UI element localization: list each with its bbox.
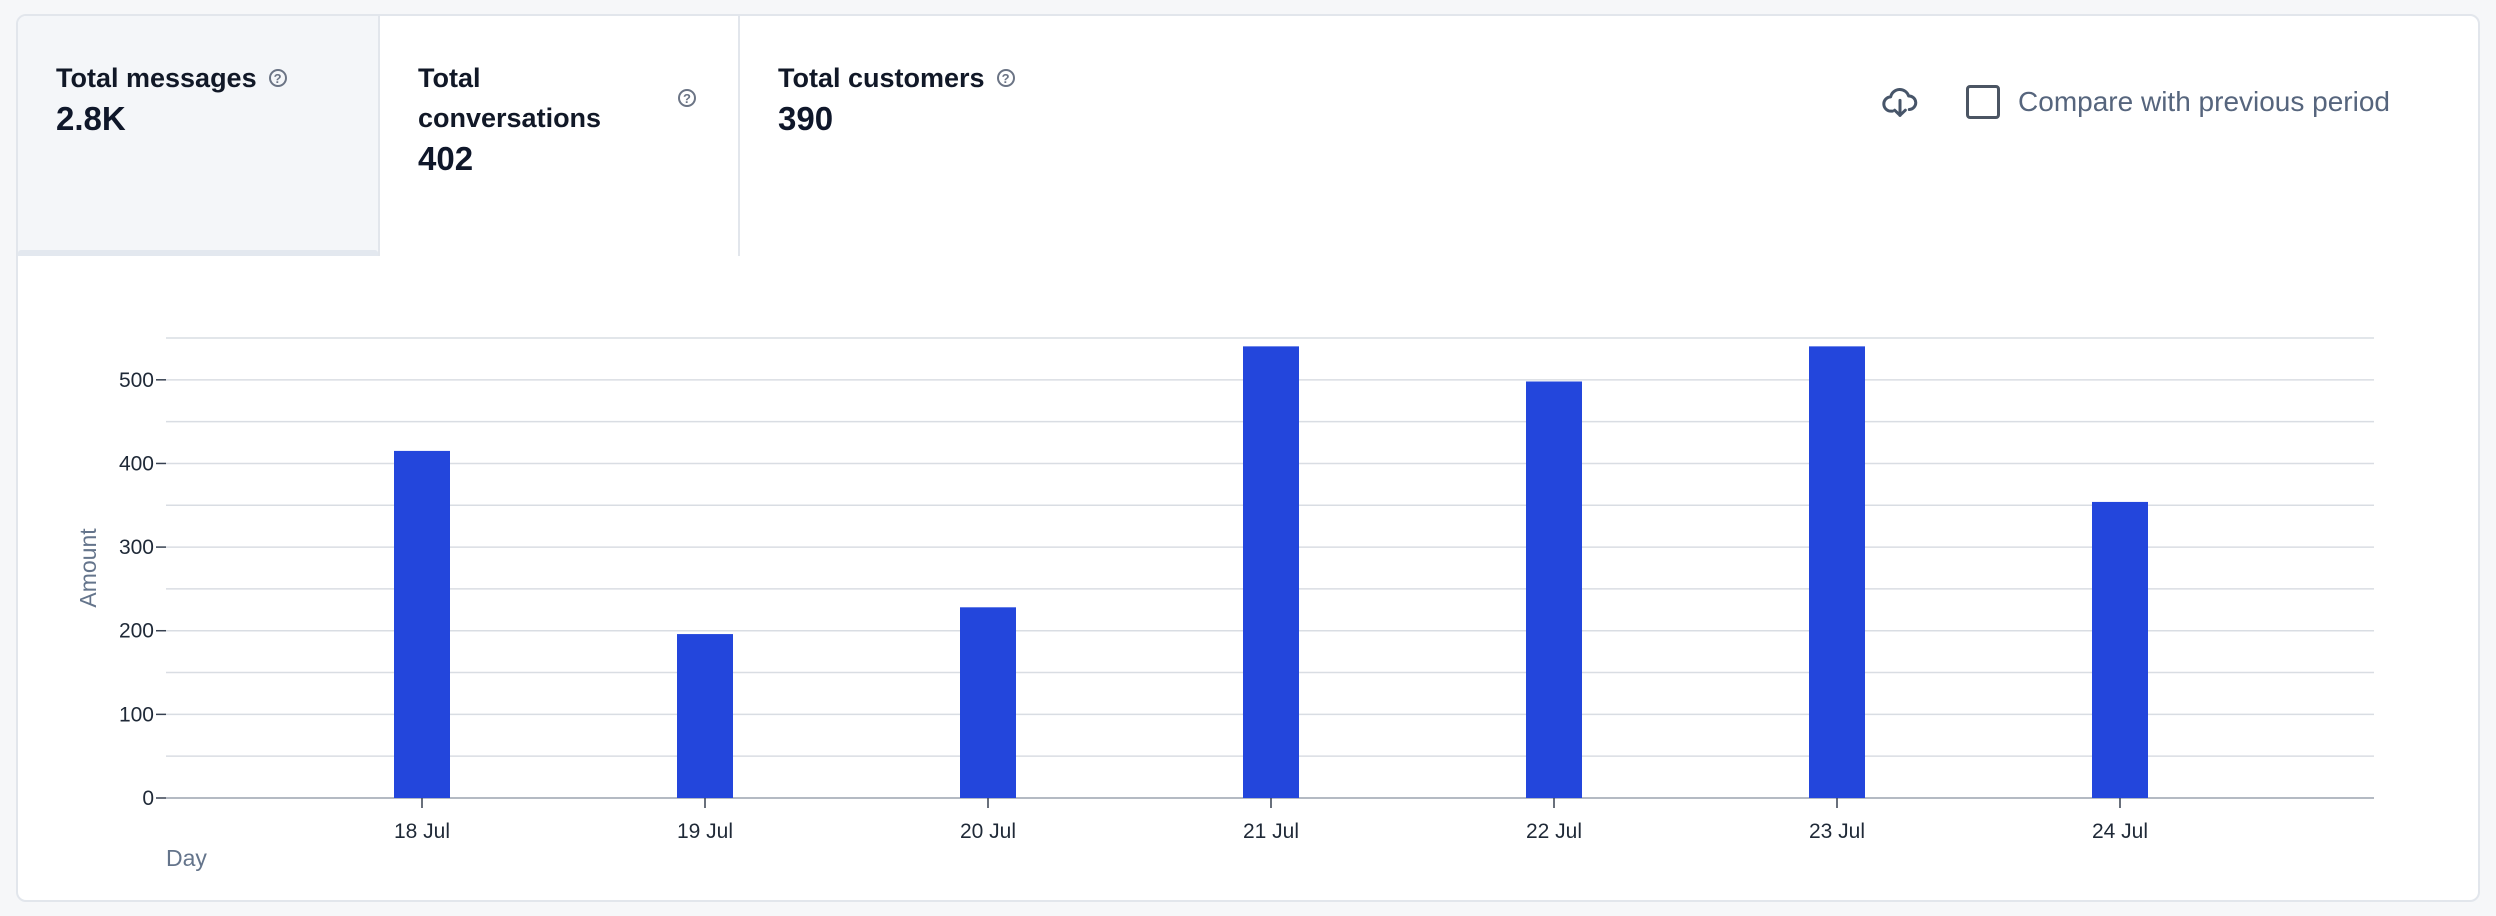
y-tick-label: 0: [142, 787, 154, 810]
metric-tabs: Total messages ? 2.8K Total conversation…: [18, 16, 1098, 256]
bar: [394, 450, 450, 798]
x-tick-label: 18 Jul: [394, 820, 450, 843]
tab-label: Total conversations: [418, 63, 602, 133]
y-tick-label: 100: [119, 703, 154, 726]
tab-value: 2.8K: [56, 100, 126, 137]
bar: [2092, 501, 2148, 798]
y-tick-label: 400: [119, 452, 154, 475]
y-axis-title: Amount: [75, 528, 101, 608]
compare-toggle[interactable]: Compare with previous period: [1966, 85, 2390, 119]
cloud-download-icon: [1882, 88, 1918, 117]
x-tick-label: 23 Jul: [1809, 820, 1865, 843]
x-tick-label: 21 Jul: [1243, 820, 1299, 843]
tab-label: Total customers: [778, 63, 985, 93]
x-tick-label: 24 Jul: [2092, 820, 2148, 843]
help-icon[interactable]: ?: [268, 69, 287, 87]
tab-total-customers[interactable]: Total customers ? 390: [738, 16, 1098, 256]
bar-chart: 0 100 200 300 400 500 18 Jul 19 Jul 20 Jul 21 Jul…: [75, 337, 2374, 871]
tab-header: Total messages ?: [56, 58, 340, 98]
bar: [1809, 346, 1865, 798]
y-tick-label: 200: [119, 620, 154, 643]
download-button[interactable]: [1878, 80, 1922, 124]
tab-header: Total conversations ?: [418, 58, 700, 138]
y-tick-label: 500: [119, 369, 154, 392]
compare-label: Compare with previous period: [2018, 86, 2390, 117]
bar: [1243, 346, 1299, 798]
x-axis-title: Day: [166, 845, 207, 871]
help-icon[interactable]: ?: [678, 89, 696, 107]
bar: [677, 634, 733, 798]
bar: [960, 607, 1016, 798]
chart-area: 0 100 200 300 400 500 18 Jul 19 Jul 20 Jul 21 Jul…: [18, 276, 2478, 896]
tab-value: 402: [418, 140, 474, 177]
help-icon[interactable]: ?: [996, 69, 1015, 87]
compare-checkbox[interactable]: [1966, 85, 2001, 119]
tab-label: Total messages: [56, 63, 257, 93]
bar: [1526, 381, 1582, 798]
tab-value: 390: [778, 100, 834, 137]
tab-total-conversations[interactable]: Total conversations ? 402: [378, 16, 738, 256]
tab-header: Total customers ?: [778, 58, 1060, 98]
x-tick-label: 22 Jul: [1526, 820, 1582, 843]
y-tick-label: 300: [119, 536, 154, 559]
analytics-card: Total messages ? 2.8K Total conversation…: [16, 14, 2480, 902]
x-tick-label: 20 Jul: [960, 820, 1016, 843]
chart-toolbar: Compare with previous period: [1878, 80, 2390, 124]
x-tick-label: 19 Jul: [677, 820, 733, 843]
tab-total-messages[interactable]: Total messages ? 2.8K: [18, 16, 378, 256]
